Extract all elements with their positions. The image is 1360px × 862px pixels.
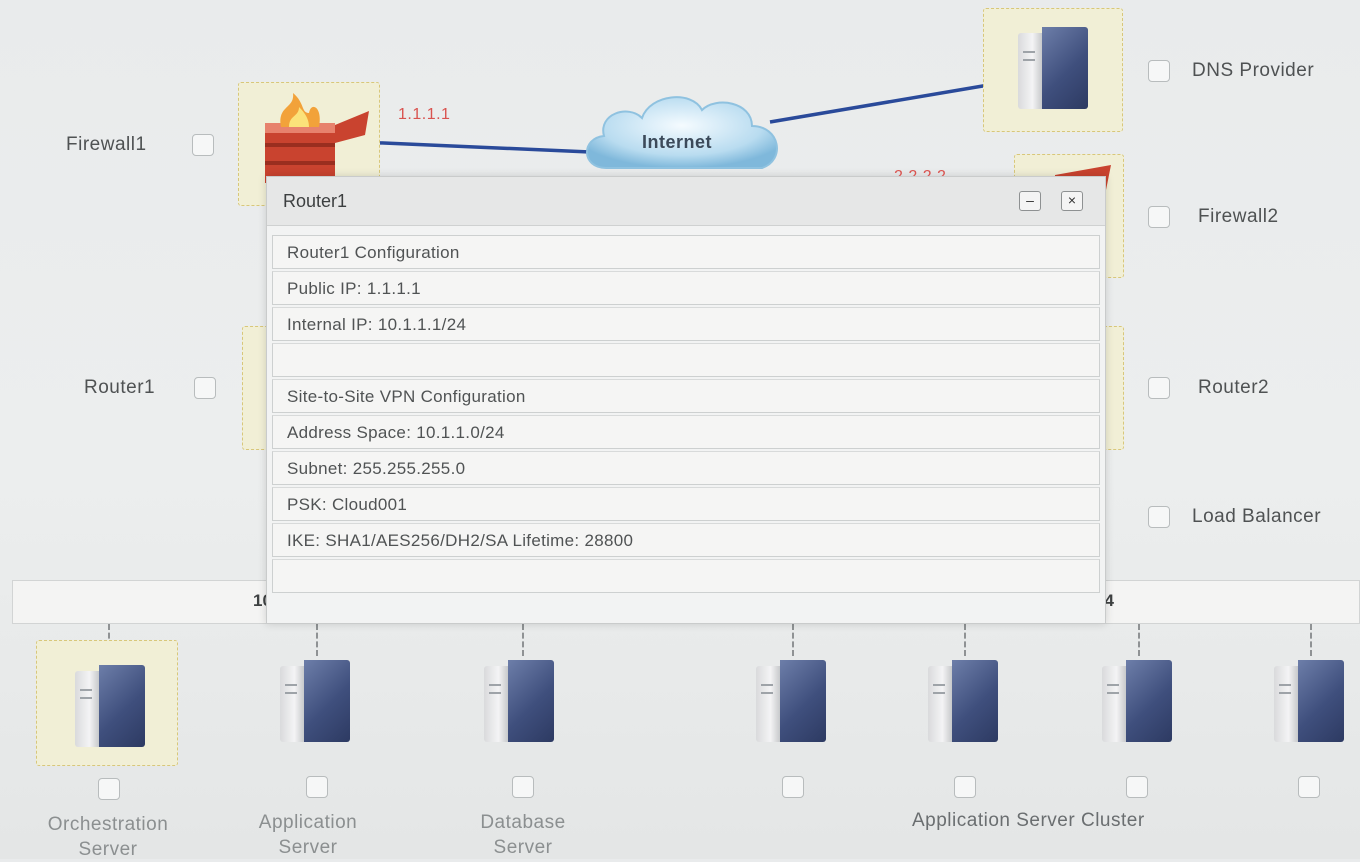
config-list: Router1 Configuration Public IP: 1.1.1.1… <box>272 235 1100 593</box>
firewall1-label: Firewall1 <box>66 134 147 155</box>
config-row <box>272 343 1100 377</box>
bus-drop <box>1138 624 1140 656</box>
database-server-checkbox[interactable] <box>512 776 534 798</box>
dns-provider-checkbox[interactable] <box>1148 60 1170 82</box>
bus-drop <box>1310 624 1312 656</box>
config-row: Address Space: 10.1.1.0/24 <box>272 415 1100 449</box>
config-row: Site-to-Site VPN Configuration <box>272 379 1100 413</box>
config-row <box>272 559 1100 593</box>
bus-drop <box>522 624 524 656</box>
config-row: Internal IP: 10.1.1.1/24 <box>272 307 1100 341</box>
database-server-icon[interactable] <box>480 658 558 744</box>
cluster-server-checkbox[interactable] <box>1298 776 1320 798</box>
bus-drop <box>316 624 318 656</box>
database-server-label: Database Server <box>480 812 566 858</box>
internet-label: Internet <box>642 132 713 152</box>
config-row: IKE: SHA1/AES256/DH2/SA Lifetime: 28800 <box>272 523 1100 557</box>
dialog-title-bar[interactable]: Router1 – × <box>267 177 1105 226</box>
dns-provider-device[interactable] <box>983 8 1123 132</box>
close-icon[interactable]: × <box>1061 191 1083 211</box>
dns-provider-label: DNS Provider <box>1192 60 1315 81</box>
application-server-icon[interactable] <box>276 658 354 744</box>
orchestration-server-device[interactable] <box>36 640 178 766</box>
firewall2-checkbox[interactable] <box>1148 206 1170 228</box>
bus-drop <box>964 624 966 656</box>
cluster-label: Application Server Cluster <box>912 810 1145 831</box>
bus-drop <box>792 624 794 656</box>
cluster-server-icon[interactable] <box>1098 658 1176 744</box>
firewall2-label: Firewall2 <box>1198 206 1279 227</box>
orchestration-server-checkbox[interactable] <box>98 778 120 800</box>
firewall1-checkbox[interactable] <box>192 134 214 156</box>
config-row: PSK: Cloud001 <box>272 487 1100 521</box>
config-row: Public IP: 1.1.1.1 <box>272 271 1100 305</box>
cluster-server-checkbox[interactable] <box>1126 776 1148 798</box>
cluster-server-checkbox[interactable] <box>782 776 804 798</box>
cluster-server-icon[interactable] <box>752 658 830 744</box>
application-server-label: Application Server <box>258 812 358 858</box>
load-balancer-checkbox[interactable] <box>1148 506 1170 528</box>
server-icon <box>71 663 149 749</box>
firewall2-ip-label: 2.2.2.2 <box>894 168 946 176</box>
server-icon <box>1014 25 1092 111</box>
config-row: Router1 Configuration <box>272 235 1100 269</box>
cluster-server-icon[interactable] <box>924 658 1002 744</box>
firewall1-ip-label: 1.1.1.1 <box>398 106 451 123</box>
router1-label: Router1 <box>84 377 156 398</box>
router2-checkbox[interactable] <box>1148 377 1170 399</box>
router1-config-dialog: Router1 – × Router1 Configuration Public… <box>266 176 1106 624</box>
dialog-title: Router1 <box>283 191 348 211</box>
load-balancer-label: Load Balancer <box>1192 506 1322 527</box>
router2-label: Router2 <box>1198 377 1270 398</box>
config-row: Subnet: 255.255.255.0 <box>272 451 1100 485</box>
cluster-server-checkbox[interactable] <box>954 776 976 798</box>
router1-checkbox[interactable] <box>194 377 216 399</box>
orchestration-server-label: Orchestration Server <box>47 814 169 860</box>
cluster-server-icon[interactable] <box>1270 658 1348 744</box>
minimize-icon[interactable]: – <box>1019 191 1041 211</box>
application-server-checkbox[interactable] <box>306 776 328 798</box>
